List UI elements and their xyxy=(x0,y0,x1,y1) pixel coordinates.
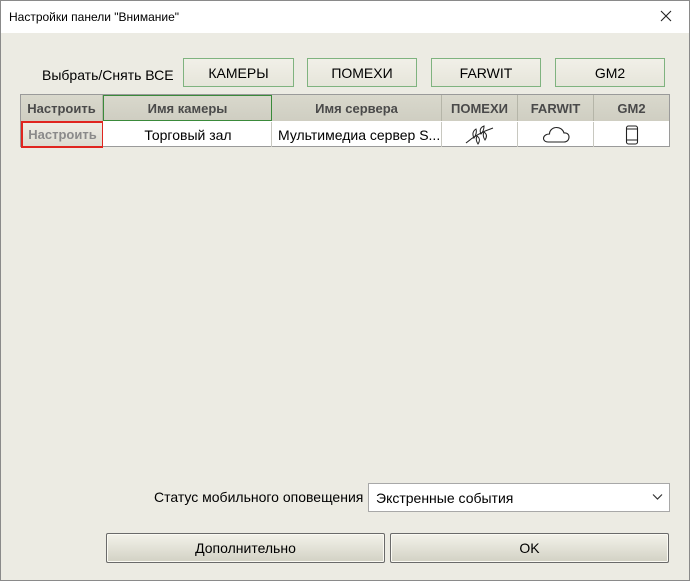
select-cameras-button[interactable]: КАМЕРЫ xyxy=(183,58,294,87)
cameras-table: Настроить Имя камеры Имя сервера ПОМЕХИ … xyxy=(20,94,670,148)
mobile-phone-icon xyxy=(625,124,638,145)
setup-button[interactable]: Настроить xyxy=(21,121,103,148)
close-button[interactable] xyxy=(643,1,689,31)
header-server-name[interactable]: Имя сервера xyxy=(272,95,442,121)
mobile-notification-status-label: Статус мобильного оповещения xyxy=(154,489,364,505)
select-interference-button[interactable]: ПОМЕХИ xyxy=(307,58,417,87)
header-camera-name[interactable]: Имя камеры xyxy=(103,95,272,121)
select-all-label: Выбрать/Снять ВСЕ xyxy=(42,67,174,83)
status-selected-value: Экстренные события xyxy=(376,490,514,506)
chevron-down-icon xyxy=(652,494,663,500)
close-icon xyxy=(660,10,672,22)
advanced-button[interactable]: Дополнительно xyxy=(106,533,385,563)
camera-name-cell[interactable]: Торговый зал xyxy=(105,122,272,147)
table-row: Настроить xyxy=(21,121,103,148)
farwit-cell[interactable] xyxy=(518,122,594,147)
header-farwit[interactable]: FARWIT xyxy=(518,95,594,121)
header-interference[interactable]: ПОМЕХИ xyxy=(442,95,518,121)
settings-dialog: Настройки панели "Внимание" Выбрать/Снят… xyxy=(0,0,690,581)
interference-cell[interactable] xyxy=(442,122,518,147)
gm2-cell[interactable] xyxy=(594,122,669,147)
window-title: Настройки панели "Внимание" xyxy=(9,10,180,24)
mobile-notification-status-select[interactable]: Экстренные события xyxy=(368,483,670,512)
select-farwit-button[interactable]: FARWIT xyxy=(431,58,541,87)
ok-button[interactable]: OK xyxy=(390,533,669,563)
header-gm2[interactable]: GM2 xyxy=(594,95,669,121)
interference-icon xyxy=(465,124,493,145)
cloud-icon xyxy=(542,126,570,143)
title-bar: Настройки панели "Внимание" xyxy=(1,1,689,33)
header-setup[interactable]: Настроить xyxy=(21,95,103,121)
server-name-cell[interactable]: Мультимедиа сервер S... xyxy=(272,122,442,147)
select-gm2-button[interactable]: GM2 xyxy=(555,58,665,87)
